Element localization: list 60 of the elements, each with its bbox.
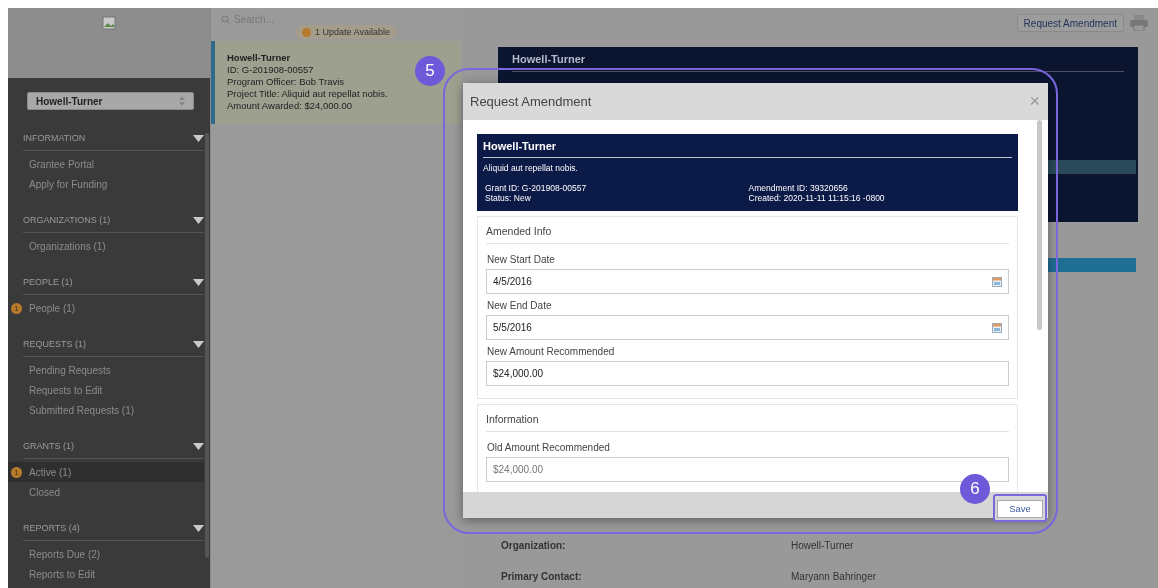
section-header[interactable]: REQUESTS (1) [23, 332, 204, 357]
grant-detail: Project Title: Aliquid aut repellat nobis. [227, 88, 388, 100]
date-field[interactable]: 5/5/2016 [486, 315, 1009, 340]
organization-select[interactable]: Howell-Turner [27, 92, 194, 110]
field-label: New Amount Recommended [487, 346, 616, 357]
grant-name: Howell-Turner [483, 140, 1012, 158]
calendar-icon[interactable] [992, 276, 1002, 287]
field-value: Maryann Bahringer [791, 571, 878, 582]
date-field[interactable]: 4/5/2016 [486, 269, 1009, 294]
sidebar-item[interactable]: Pending Requests [8, 360, 204, 380]
section-header[interactable]: REPORTS (4) [23, 516, 204, 541]
field-value: Howell-Turner [791, 540, 855, 551]
sidebar-item[interactable]: Reports Due (2) [8, 544, 204, 564]
caret-icon [193, 216, 204, 224]
section-header[interactable]: PEOPLE (1) [23, 270, 204, 295]
field-label: New Start Date [487, 254, 556, 265]
sidebar-item[interactable]: Apply for Funding [8, 174, 204, 194]
calendar-icon[interactable] [992, 322, 1002, 333]
input-field[interactable]: $24,000.00 [486, 361, 1009, 386]
broken-image-icon [102, 16, 116, 30]
status-text: Status: New [485, 193, 532, 203]
caret-icon [193, 524, 204, 532]
request-amendment-button[interactable]: Request Amendment [1016, 14, 1124, 32]
field-label: Organization: [501, 540, 567, 551]
amendment-id: Amendment ID: 39320656 [748, 183, 849, 193]
created-text: Created: 2020-11-11 11:15:16 -0800 [748, 193, 886, 203]
sidebar-item[interactable]: Closed [8, 482, 204, 502]
caret-icon [193, 340, 204, 348]
sidebar-item[interactable]: Organizations (1) [8, 236, 204, 256]
sort-arrows-icon [179, 96, 185, 107]
sidebar-item[interactable]: Grantee Portal [8, 154, 204, 174]
scrollbar[interactable] [205, 133, 209, 558]
section-header[interactable]: ORGANIZATIONS (1) [23, 208, 204, 233]
sidebar-item[interactable]: Requests to Edit [8, 380, 204, 400]
field-label: Old Amount Recommended [487, 442, 611, 453]
update-badge[interactable]: 1 Update Available [296, 25, 396, 39]
section-header[interactable]: INFORMATION [23, 126, 204, 151]
header-title: Howell-Turner [512, 53, 1124, 72]
save-button[interactable]: Save [997, 499, 1043, 518]
caret-icon [193, 134, 204, 142]
caret-icon [193, 278, 204, 286]
section-header[interactable]: GRANTS (1) [23, 434, 204, 459]
field-label: New End Date [487, 300, 553, 311]
grant-name: Howell-Turner [227, 52, 291, 64]
grant-detail: Program Officer: Bob Travis [227, 76, 345, 88]
grant-detail: ID: G-201908-00557 [227, 64, 314, 76]
search-icon [221, 14, 230, 24]
section-title: Information [486, 409, 1009, 432]
sidebar-item[interactable]: Reports to Edit [8, 564, 204, 584]
dialog-title: Request Amendment [470, 94, 592, 109]
field-label: Primary Contact: [501, 571, 583, 582]
scrollbar[interactable] [1037, 120, 1042, 330]
section-title: Amended Info [486, 221, 1009, 244]
caret-icon [193, 442, 204, 450]
grant-id: Grant ID: G-201908-00557 [485, 183, 588, 193]
printer-icon[interactable] [1130, 15, 1148, 31]
status-dot-icon [302, 27, 312, 37]
sidebar-item[interactable]: Submitted Requests (1) [8, 400, 204, 420]
project-title: Aliquid aut repellat nobis. [483, 163, 579, 173]
grant-detail: Amount Awarded: $24,000.00 [227, 100, 352, 112]
